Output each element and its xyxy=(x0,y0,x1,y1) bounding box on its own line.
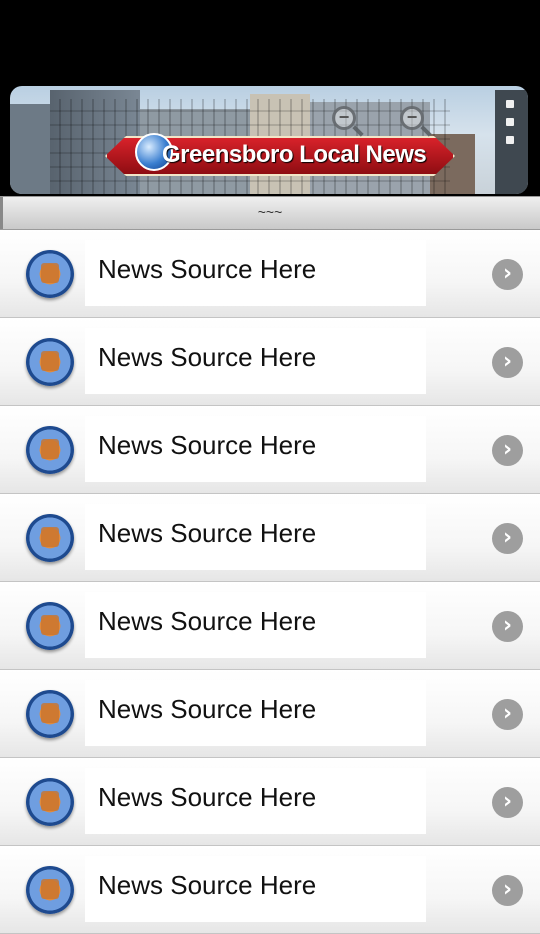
divider-text: ~~~ xyxy=(257,204,283,220)
zoom-out-icon[interactable]: − xyxy=(332,106,356,130)
list-item-label: News Source Here xyxy=(98,342,317,372)
news-globe-icon xyxy=(26,602,74,650)
list-item-label: News Source Here xyxy=(98,254,317,284)
app-title: Greensboro Local News xyxy=(162,141,427,168)
list-item[interactable]: News Source Here › xyxy=(0,670,540,758)
list-item[interactable]: News Source Here › xyxy=(0,582,540,670)
list-item-label: News Source Here xyxy=(98,430,317,460)
list-item-label: News Source Here xyxy=(98,606,317,636)
news-globe-icon xyxy=(26,866,74,914)
menu-dot xyxy=(506,118,514,126)
chevron-right-icon[interactable]: › xyxy=(492,435,523,466)
chevron-right-icon[interactable]: › xyxy=(492,699,523,730)
list-item-label: News Source Here xyxy=(98,870,317,900)
news-globe-icon xyxy=(26,250,74,298)
news-globe-icon xyxy=(26,514,74,562)
app-banner: Greensboro Local News − − xyxy=(10,86,528,194)
chevron-right-icon[interactable]: › xyxy=(492,523,523,554)
list-item[interactable]: News Source Here › xyxy=(0,758,540,846)
chevron-right-icon[interactable]: › xyxy=(492,611,523,642)
zoom-in-icon[interactable]: − xyxy=(400,106,424,130)
menu-dot xyxy=(506,100,514,108)
news-globe-icon xyxy=(26,338,74,386)
list-item[interactable]: News Source Here › xyxy=(0,406,540,494)
list-item-label: News Source Here xyxy=(98,694,317,724)
list-item-label: News Source Here xyxy=(98,518,317,548)
news-source-list: News Source Here › News Source Here › Ne… xyxy=(0,230,540,934)
list-item-label: News Source Here xyxy=(98,782,317,812)
list-item[interactable]: News Source Here › xyxy=(0,318,540,406)
section-divider: ~~~ xyxy=(0,196,540,230)
menu-dot xyxy=(506,136,514,144)
news-globe-icon xyxy=(26,426,74,474)
chevron-right-icon[interactable]: › xyxy=(492,259,523,290)
chevron-right-icon[interactable]: › xyxy=(492,875,523,906)
news-globe-icon xyxy=(26,690,74,738)
status-bar-area xyxy=(0,0,540,85)
chevron-right-icon[interactable]: › xyxy=(492,787,523,818)
chevron-right-icon[interactable]: › xyxy=(492,347,523,378)
news-globe-icon xyxy=(26,778,74,826)
list-item[interactable]: News Source Here › xyxy=(0,494,540,582)
menu-icon[interactable] xyxy=(500,100,520,144)
list-item[interactable]: News Source Here › xyxy=(0,230,540,318)
list-item[interactable]: News Source Here › xyxy=(0,846,540,934)
